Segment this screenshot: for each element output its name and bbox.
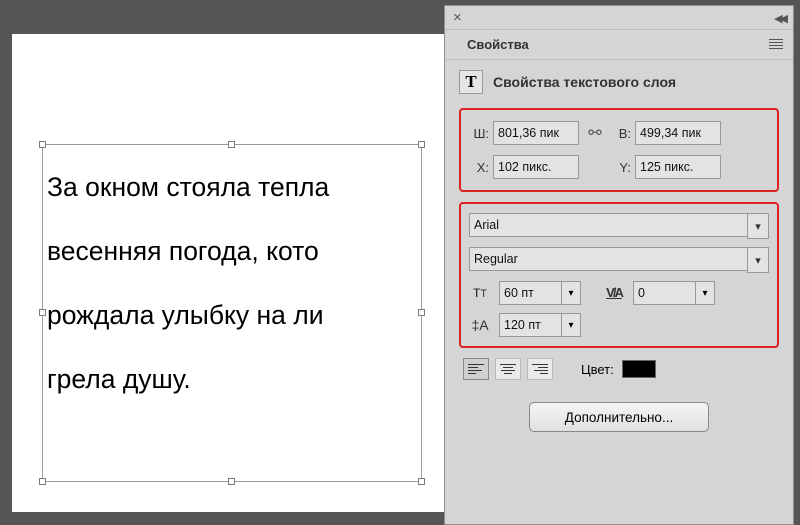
x-label: X: [469,160,489,175]
color-label: Цвет: [581,362,614,377]
leading-icon: ‡A [469,317,491,333]
resize-handle-sw[interactable] [39,478,46,485]
font-family-select[interactable]: Arial ▾ [469,213,769,239]
link-icon[interactable]: ⚯ [583,123,607,143]
x-input[interactable]: 102 пикс. [493,155,579,179]
paragraph-text[interactable]: За окном стояла тепла весенняя погода, к… [47,155,329,411]
align-left-button[interactable] [463,358,489,380]
height-label: В: [611,126,631,141]
document-canvas: За окном стояла тепла весенняя погода, к… [12,34,444,512]
y-label: Y: [611,160,631,175]
resize-handle-se[interactable] [418,478,425,485]
type-layer-icon: T [459,70,483,94]
resize-handle-w[interactable] [39,309,46,316]
panel-titlebar: × ◀◀ [445,6,793,30]
kerning-input[interactable]: 0 ▾ [633,281,715,305]
align-right-button[interactable] [527,358,553,380]
resize-handle-s[interactable] [228,478,235,485]
chevron-down-icon[interactable]: ▾ [695,281,715,305]
resize-handle-n[interactable] [228,141,235,148]
chevron-down-icon[interactable]: ▾ [561,281,581,305]
width-label: Ш: [469,126,489,141]
leading-input[interactable]: 120 пт ▾ [499,313,581,337]
font-size-icon: тT [469,284,491,302]
align-center-button[interactable] [495,358,521,380]
kerning-icon: V/A [603,284,625,302]
font-size-input[interactable]: 60 пт ▾ [499,281,581,305]
properties-panel: × ◀◀ Свойства T Свойства текстового слоя… [444,5,794,525]
resize-handle-nw[interactable] [39,141,46,148]
section-title: Свойства текстового слоя [493,74,676,90]
typography-section: Arial ▾ Regular ▾ тT 60 пт ▾ V/A 0 ▾ [459,202,779,348]
transform-section: Ш: 801,36 пик ⚯ В: 499,34 пик X: 102 пик… [459,108,779,192]
width-input[interactable]: 801,36 пик [493,121,579,145]
chevron-down-icon[interactable]: ▾ [561,313,581,337]
tab-properties[interactable]: Свойства [455,30,541,59]
collapse-icon[interactable]: ◀◀ [774,12,785,25]
chevron-down-icon[interactable]: ▾ [747,213,769,239]
height-input[interactable]: 499,34 пик [635,121,721,145]
close-icon[interactable]: × [453,9,462,26]
font-style-select[interactable]: Regular ▾ [469,247,769,273]
chevron-down-icon[interactable]: ▾ [747,247,769,273]
panel-tabs: Свойства [445,30,793,60]
text-frame[interactable]: За окном стояла тепла весенняя погода, к… [42,144,422,482]
y-input[interactable]: 125 пикс. [635,155,721,179]
resize-handle-e[interactable] [418,309,425,316]
more-button[interactable]: Дополнительно... [529,402,709,432]
menu-icon[interactable] [769,39,783,49]
alignment-row: Цвет: [459,358,779,380]
color-swatch[interactable] [622,360,656,378]
resize-handle-ne[interactable] [418,141,425,148]
